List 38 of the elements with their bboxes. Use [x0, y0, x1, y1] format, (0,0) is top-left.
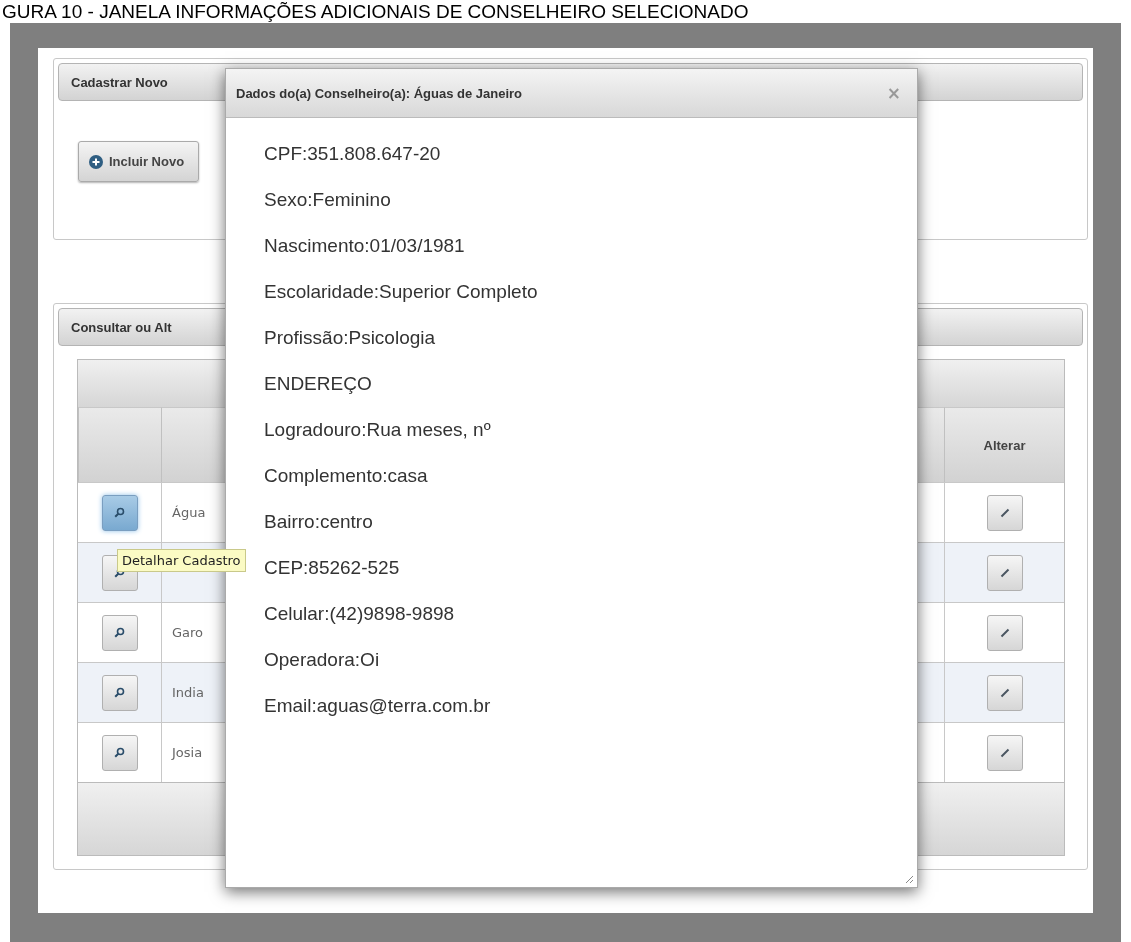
details-button[interactable]: [101, 674, 138, 711]
detail-line: Logradouro:Rua meses, nº: [264, 418, 492, 442]
plus-icon: [89, 154, 103, 169]
search-icon: [114, 507, 125, 518]
detail-line: CEP:85262-525: [264, 556, 401, 580]
detail-line: ENDEREÇO: [264, 372, 373, 396]
resize-grip-icon[interactable]: [905, 875, 914, 884]
details-button[interactable]: [101, 614, 138, 651]
search-icon: [114, 687, 125, 698]
dialog-title: Dados do(a) Conselheiro(a): Águas de Janeiro: [236, 85, 523, 101]
pencil-icon: [999, 507, 1010, 518]
column-header: Alterar: [944, 407, 1064, 482]
edit-button[interactable]: [986, 674, 1023, 711]
panel-title: Cadastrar Novo: [71, 74, 168, 90]
search-icon: [114, 627, 125, 638]
details-button[interactable]: [101, 734, 138, 771]
detail-line: Profissão:Psicologia: [264, 326, 437, 350]
add-button[interactable]: Incluir Novo: [78, 141, 200, 182]
edit-button[interactable]: [986, 554, 1023, 591]
detail-line: Sexo:Feminino: [264, 188, 392, 212]
pencil-icon: [999, 687, 1010, 698]
edit-button[interactable]: [986, 494, 1023, 531]
detail-line: Email:aguas@terra.com.br: [264, 694, 492, 718]
edit-button[interactable]: [986, 734, 1023, 771]
pencil-icon: [999, 747, 1010, 758]
figure-caption: GURA 10 - JANELA INFORMAÇÕES ADICIONAIS DE CONSELHEIRO SELECIONADO: [1, 0, 750, 23]
detail-line: Nascimento:01/03/1981: [264, 234, 466, 258]
search-icon: [114, 747, 125, 758]
detail-line: CPF:351.808.647-20: [264, 142, 442, 166]
detail-line: Bairro:centro: [264, 510, 374, 534]
edit-button[interactable]: [986, 614, 1023, 651]
details-button[interactable]: [101, 494, 138, 531]
detail-line: Escolaridade:Superior Completo: [264, 280, 539, 304]
panel-title: Consultar ou Alt: [71, 319, 172, 335]
detail-line: Celular:(42)9898-9898: [264, 602, 456, 626]
tooltip: Detalhar Cadastro: [117, 549, 246, 572]
pencil-icon: [999, 567, 1010, 578]
pencil-icon: [999, 627, 1010, 638]
